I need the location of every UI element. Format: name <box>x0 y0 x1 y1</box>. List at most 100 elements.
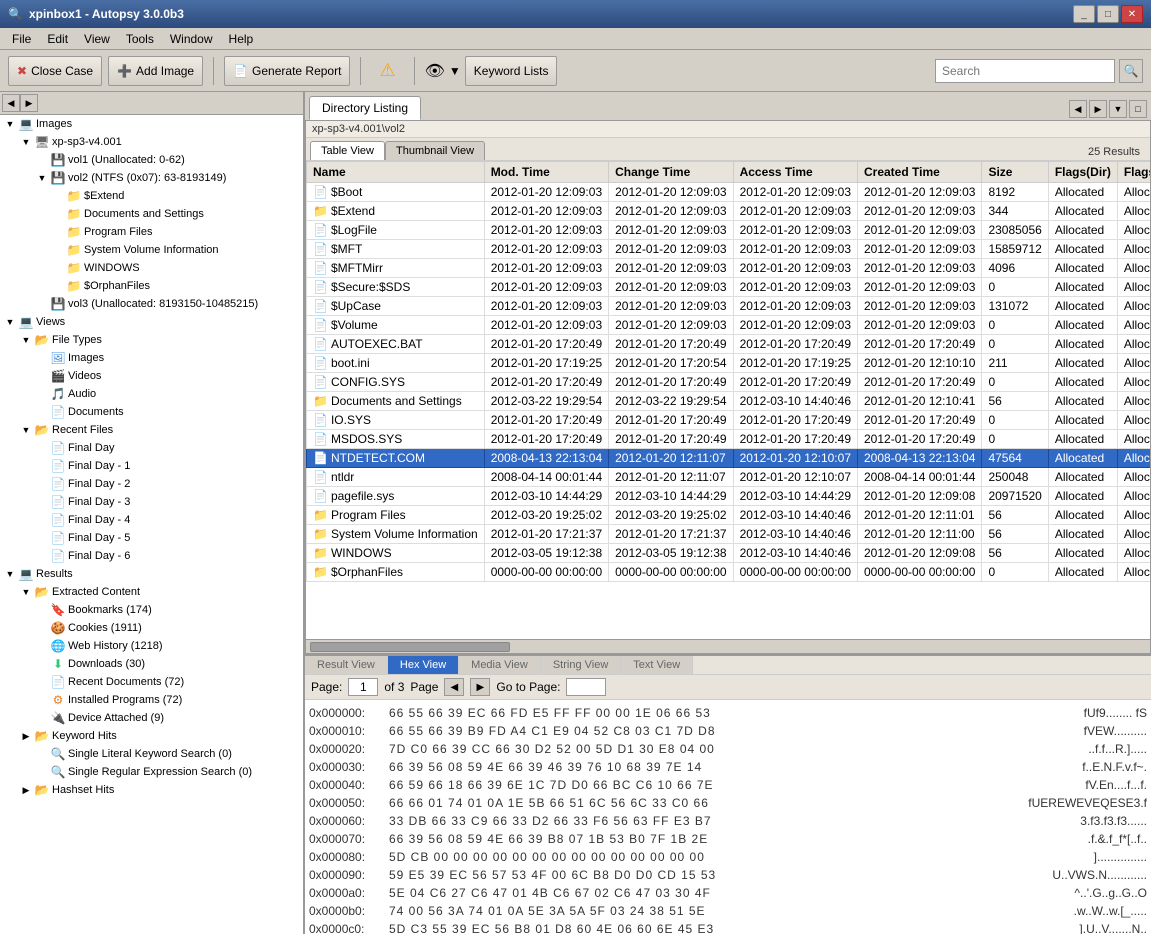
tab-directory-listing[interactable]: Directory Listing <box>309 96 421 120</box>
tree-item-vol2[interactable]: ▼💾vol2 (NTFS (0x07): 63-8193149) <box>0 169 303 187</box>
table-row[interactable]: 📄$MFT 2012-01-20 12:09:03 2012-01-20 12:… <box>307 240 1151 259</box>
table-row[interactable]: 📄MSDOS.SYS 2012-01-20 17:20:49 2012-01-2… <box>307 430 1151 449</box>
window-controls[interactable]: _ □ ✕ <box>1073 5 1143 23</box>
tree-item-sysvolinfo[interactable]: 📁System Volume Information <box>0 241 303 259</box>
bottom-tab-result[interactable]: Result View <box>305 656 388 674</box>
tab-nav-prev[interactable]: ◀ <box>1069 100 1087 118</box>
tree-item-finalday5[interactable]: 📄Final Day - 5 <box>0 529 303 547</box>
tree-item-finalday1[interactable]: 📄Final Day - 1 <box>0 457 303 475</box>
horizontal-scroll[interactable] <box>306 639 1150 653</box>
tree-item-vol3[interactable]: 💾vol3 (Unallocated: 8193150-10485215) <box>0 295 303 313</box>
menu-window[interactable]: Window <box>162 30 221 48</box>
col-name[interactable]: Name <box>307 162 485 183</box>
tree-item-hashset[interactable]: ▶📂Hashset Hits <box>0 781 303 799</box>
tree-item-finalday2[interactable]: 📄Final Day - 2 <box>0 475 303 493</box>
table-row[interactable]: 📄$Boot 2012-01-20 12:09:03 2012-01-20 12… <box>307 183 1151 202</box>
table-row[interactable]: 📄$Secure:$SDS 2012-01-20 12:09:03 2012-0… <box>307 278 1151 297</box>
hex-prev-button[interactable]: ◀ <box>444 678 464 696</box>
forward-button[interactable]: ▶ <box>20 94 38 112</box>
search-input[interactable] <box>935 59 1115 83</box>
tree-item-downloads[interactable]: ⬇Downloads (30) <box>0 655 303 673</box>
tree-item-finalday4[interactable]: 📄Final Day - 4 <box>0 511 303 529</box>
tree-item-images[interactable]: ▼💻Images <box>0 115 303 133</box>
hex-next-button[interactable]: ▶ <box>470 678 490 696</box>
table-row[interactable]: 📁Documents and Settings 2012-03-22 19:29… <box>307 392 1151 411</box>
bottom-tab-string[interactable]: String View <box>541 656 621 674</box>
generate-report-button[interactable]: 📄 Generate Report <box>224 56 350 86</box>
table-row[interactable]: 📄$Volume 2012-01-20 12:09:03 2012-01-20 … <box>307 316 1151 335</box>
keyword-lists-button[interactable]: Keyword Lists <box>465 56 558 86</box>
tree-item-cookies[interactable]: 🍪Cookies (1911) <box>0 619 303 637</box>
col-change-time[interactable]: Change Time <box>609 162 733 183</box>
table-row[interactable]: 📄IO.SYS 2012-01-20 17:20:49 2012-01-20 1… <box>307 411 1151 430</box>
tree-item-results[interactable]: ▼💻Results <box>0 565 303 583</box>
tree-item-webhist[interactable]: 🌐Web History (1218) <box>0 637 303 655</box>
tree-item-docset[interactable]: 📁Documents and Settings <box>0 205 303 223</box>
close-case-button[interactable]: ✖ Close Case <box>8 56 102 86</box>
menu-tools[interactable]: Tools <box>118 30 162 48</box>
tree-item-recentfiles[interactable]: ▼📂Recent Files <box>0 421 303 439</box>
table-row[interactable]: 📄$MFTMirr 2012-01-20 12:09:03 2012-01-20… <box>307 259 1151 278</box>
tree-item-videos-ft[interactable]: 🎬Videos <box>0 367 303 385</box>
tree-item-bookmarks[interactable]: 🔖Bookmarks (174) <box>0 601 303 619</box>
menu-edit[interactable]: Edit <box>39 30 76 48</box>
tree-item-installedprog[interactable]: ⚙Installed Programs (72) <box>0 691 303 709</box>
tree-item-singleliteral[interactable]: 🔍Single Literal Keyword Search (0) <box>0 745 303 763</box>
tree-item-finalday6[interactable]: 📄Final Day - 6 <box>0 547 303 565</box>
col-created-time[interactable]: Created Time <box>858 162 982 183</box>
tree-item-finalday3[interactable]: 📄Final Day - 3 <box>0 493 303 511</box>
tree-item-views[interactable]: ▼💻Views <box>0 313 303 331</box>
back-button[interactable]: ◀ <box>2 94 20 112</box>
col-flags-dir[interactable]: Flags(Dir) <box>1048 162 1117 183</box>
table-row[interactable]: 📄$LogFile 2012-01-20 12:09:03 2012-01-20… <box>307 221 1151 240</box>
tree-item-windows[interactable]: 📁WINDOWS <box>0 259 303 277</box>
sub-tab-table[interactable]: Table View <box>310 141 385 160</box>
tree-item-progfiles[interactable]: 📁Program Files <box>0 223 303 241</box>
minimize-button[interactable]: _ <box>1073 5 1095 23</box>
table-row[interactable]: 📄CONFIG.SYS 2012-01-20 17:20:49 2012-01-… <box>307 373 1151 392</box>
tree-item-keywordhits[interactable]: ▶📂Keyword Hits <box>0 727 303 745</box>
tree-item-extend[interactable]: 📁$Extend <box>0 187 303 205</box>
tree-item-orphan[interactable]: 📁$OrphanFiles <box>0 277 303 295</box>
add-image-button[interactable]: ➕ Add Image <box>108 56 203 86</box>
menu-help[interactable]: Help <box>221 30 262 48</box>
search-button[interactable]: 🔍 <box>1119 59 1143 83</box>
col-access-time[interactable]: Access Time <box>733 162 857 183</box>
table-row[interactable]: 📄pagefile.sys 2012-03-10 14:44:29 2012-0… <box>307 487 1151 506</box>
menu-view[interactable]: View <box>76 30 118 48</box>
col-flags[interactable]: Flags <box>1117 162 1150 183</box>
tree-item-finalday[interactable]: 📄Final Day <box>0 439 303 457</box>
maximize-button[interactable]: □ <box>1097 5 1119 23</box>
hex-page-input[interactable] <box>348 678 378 696</box>
tab-nav-scroll[interactable]: ▼ <box>1109 100 1127 118</box>
close-button[interactable]: ✕ <box>1121 5 1143 23</box>
table-row[interactable]: 📄NTDETECT.COM 2008-04-13 22:13:04 2012-0… <box>307 449 1151 468</box>
table-row[interactable]: 📁WINDOWS 2012-03-05 19:12:38 2012-03-05 … <box>307 544 1151 563</box>
bottom-tab-text[interactable]: Text View <box>621 656 693 674</box>
tree-item-extracted[interactable]: ▼📂Extracted Content <box>0 583 303 601</box>
bottom-tab-media[interactable]: Media View <box>459 656 541 674</box>
col-size[interactable]: Size <box>982 162 1048 183</box>
table-row[interactable]: 📄ntldr 2008-04-14 00:01:44 2012-01-20 12… <box>307 468 1151 487</box>
table-row[interactable]: 📄AUTOEXEC.BAT 2012-01-20 17:20:49 2012-0… <box>307 335 1151 354</box>
tree-item-xp-sp3[interactable]: ▼🖥xp-sp3-v4.001 <box>0 133 303 151</box>
menu-file[interactable]: File <box>4 30 39 48</box>
sub-tab-thumbnail[interactable]: Thumbnail View <box>385 141 485 160</box>
bottom-tab-hex[interactable]: Hex View <box>388 656 459 674</box>
tree-item-images-ft[interactable]: 🖼Images <box>0 349 303 367</box>
table-row[interactable]: 📁Program Files 2012-03-20 19:25:02 2012-… <box>307 506 1151 525</box>
tree-item-docs-ft[interactable]: 📄Documents <box>0 403 303 421</box>
tab-nav-next[interactable]: ▶ <box>1089 100 1107 118</box>
tree-item-singleregex[interactable]: 🔍Single Regular Expression Search (0) <box>0 763 303 781</box>
tab-nav-restore[interactable]: □ <box>1129 100 1147 118</box>
table-row[interactable]: 📄$UpCase 2012-01-20 12:09:03 2012-01-20 … <box>307 297 1151 316</box>
hex-goto-input[interactable] <box>566 678 606 696</box>
tree-item-deviceattached[interactable]: 🔌Device Attached (9) <box>0 709 303 727</box>
table-row[interactable]: 📁$Extend 2012-01-20 12:09:03 2012-01-20 … <box>307 202 1151 221</box>
file-table-container[interactable]: Name Mod. Time Change Time Access Time C… <box>306 161 1150 639</box>
table-row[interactable]: 📁$OrphanFiles 0000-00-00 00:00:00 0000-0… <box>307 563 1151 582</box>
table-row[interactable]: 📁System Volume Information 2012-01-20 17… <box>307 525 1151 544</box>
tree-item-filetypes[interactable]: ▼📂File Types <box>0 331 303 349</box>
tree-item-recentdocs[interactable]: 📄Recent Documents (72) <box>0 673 303 691</box>
table-row[interactable]: 📄boot.ini 2012-01-20 17:19:25 2012-01-20… <box>307 354 1151 373</box>
